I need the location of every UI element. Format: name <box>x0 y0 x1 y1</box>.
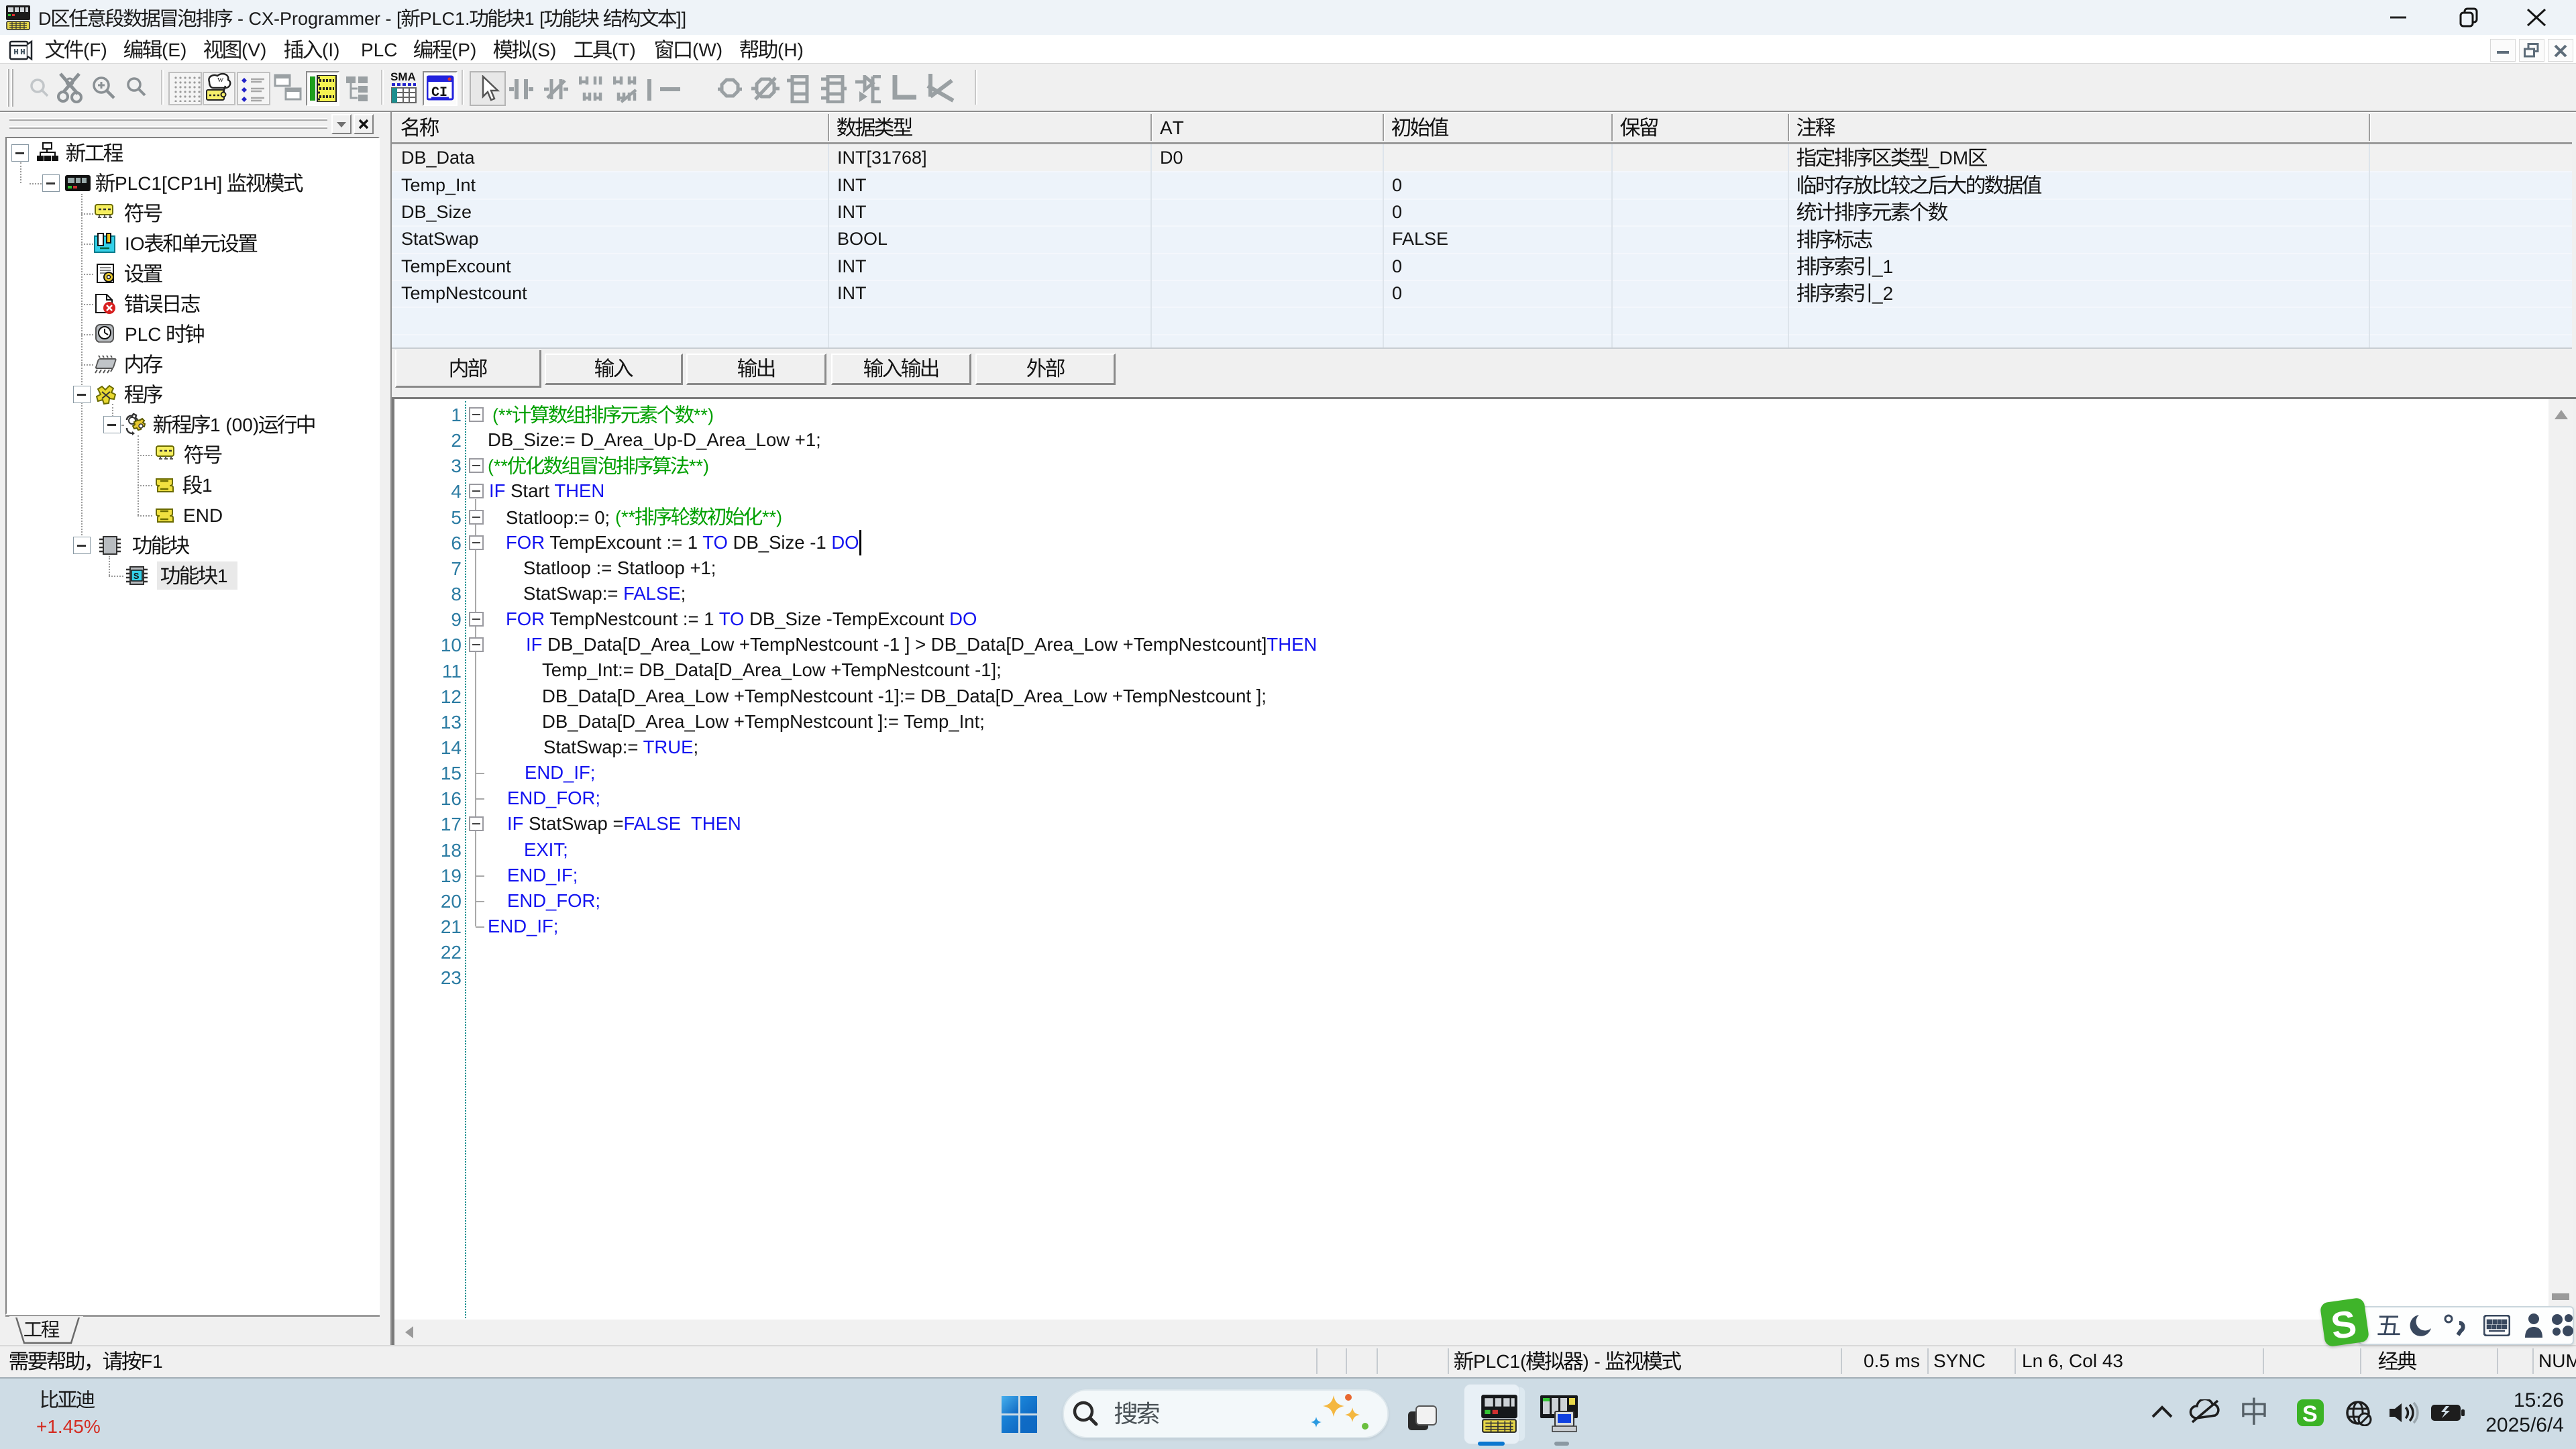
svg-text:S: S <box>133 572 139 582</box>
svg-text:w: w <box>217 74 224 84</box>
svg-text:SMA: SMA <box>390 71 416 83</box>
